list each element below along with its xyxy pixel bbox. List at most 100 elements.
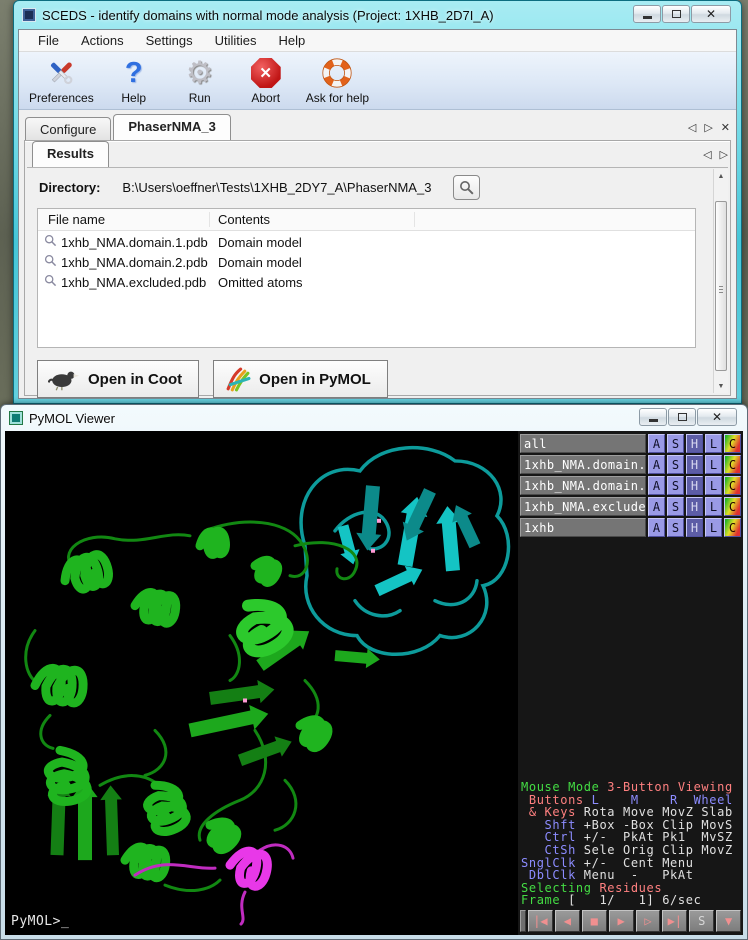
object-a-menu-button[interactable]: A: [648, 434, 665, 453]
object-l-menu-button[interactable]: L: [705, 476, 722, 495]
forward-button[interactable]: ▷: [636, 910, 661, 932]
pymol-viewport[interactable]: [5, 431, 518, 935]
object-l-menu-button[interactable]: L: [705, 497, 722, 516]
close-button[interactable]: ✕: [691, 5, 731, 23]
table-row[interactable]: 1xhb_NMA.domain.1.pdbDomain model: [38, 233, 695, 251]
subtab-scroll-right-icon[interactable]: ▷: [720, 148, 728, 161]
object-h-menu-button[interactable]: H: [686, 518, 703, 537]
object-name-button[interactable]: all: [520, 434, 646, 453]
menu-item-file[interactable]: File: [27, 31, 70, 50]
object-name-button[interactable]: 1xhb_NMA.domain.: [520, 455, 646, 474]
subtab-scroll-left-icon[interactable]: ◁: [703, 148, 711, 161]
menu-item-utilities[interactable]: Utilities: [204, 31, 268, 50]
object-name-button[interactable]: 1xhb_NMA.domain.: [520, 476, 646, 495]
tab-scroll-right-icon[interactable]: ▷: [704, 121, 712, 134]
object-s-menu-button[interactable]: S: [667, 434, 684, 453]
object-h-menu-button[interactable]: H: [686, 434, 703, 453]
object-name-button[interactable]: 1xhb: [520, 518, 646, 537]
open-in-pymol-label: Open in PyMOL: [259, 371, 371, 388]
scroll-down-arrow[interactable]: ▼: [714, 379, 728, 393]
object-row: 1xhb_NMA.domain.ASHLC: [520, 476, 741, 495]
object-c-menu-button[interactable]: C: [724, 455, 741, 474]
toolbar-button-help[interactable]: ?Help: [108, 56, 160, 105]
object-s-menu-button[interactable]: S: [667, 518, 684, 537]
maximize-button[interactable]: [662, 5, 690, 23]
rewind-button[interactable]: |◀: [528, 910, 553, 932]
object-row: 1xhb_NMA.excludeASHLC: [520, 497, 741, 516]
object-a-menu-button[interactable]: A: [648, 518, 665, 537]
menu-item-actions[interactable]: Actions: [70, 31, 135, 50]
object-c-menu-button[interactable]: C: [724, 518, 741, 537]
toolbar: Preferences ?Help ⚙Run ✕Abort Ask for help: [19, 52, 736, 110]
magnifier-icon[interactable]: [44, 274, 57, 290]
toolbar-label: Preferences: [29, 91, 94, 105]
scroll-up-arrow[interactable]: ▲: [714, 169, 728, 183]
file-name-text: 1xhb_NMA.excluded.pdb: [61, 275, 206, 290]
browse-directory-button[interactable]: [453, 175, 480, 200]
mouse-panel-text: Frame: [521, 893, 568, 907]
step-back-button[interactable]: ◀: [555, 910, 580, 932]
file-name-cell: 1xhb_NMA.domain.1.pdb: [38, 234, 210, 250]
object-l-menu-button[interactable]: L: [705, 434, 722, 453]
vertical-scrollbar[interactable]: ▲ ▼: [713, 169, 728, 393]
table-row[interactable]: 1xhb_NMA.domain.2.pdbDomain model: [38, 253, 695, 271]
pymol-command-prompt[interactable]: PyMOL>_: [11, 914, 69, 929]
open-in-pymol-button[interactable]: Open in PyMOL: [213, 360, 388, 398]
scene-button[interactable]: S: [689, 910, 714, 932]
lifebuoy-icon: [321, 56, 353, 90]
toolbar-label: Run: [189, 91, 211, 105]
object-c-menu-button[interactable]: C: [724, 434, 741, 453]
object-l-menu-button[interactable]: L: [705, 518, 722, 537]
scrollbar-thumb[interactable]: [715, 201, 727, 371]
tab-close-icon[interactable]: ✕: [721, 121, 730, 134]
column-header-contents[interactable]: Contents: [210, 212, 415, 227]
column-header-file-name[interactable]: File name: [38, 212, 210, 227]
mouse-panel-text: [ 1/ 1] 6/sec: [568, 893, 701, 907]
sceds-window-body: FileActionsSettingsUtilitiesHelp Prefere…: [18, 29, 737, 399]
sceds-app-icon: [22, 8, 36, 22]
minimize-button[interactable]: [633, 5, 661, 23]
object-h-menu-button[interactable]: H: [686, 476, 703, 495]
menu-item-settings[interactable]: Settings: [135, 31, 204, 50]
tab-scroll-left-icon[interactable]: ◁: [688, 121, 696, 134]
stop-button[interactable]: ■: [582, 910, 607, 932]
toolbar-label: Ask for help: [306, 91, 369, 105]
toolbar-button-abort[interactable]: ✕Abort: [240, 56, 292, 105]
object-l-menu-button[interactable]: L: [705, 455, 722, 474]
object-s-menu-button[interactable]: S: [667, 497, 684, 516]
file-table: File name Contents 1xhb_NMA.domain.1.pdb…: [37, 208, 696, 348]
object-s-menu-button[interactable]: S: [667, 455, 684, 474]
object-s-menu-button[interactable]: S: [667, 476, 684, 495]
tab-results[interactable]: Results: [32, 141, 109, 167]
cyan-domain-ribbon: [301, 448, 508, 655]
toolbar-button-run[interactable]: ⚙Run: [174, 56, 226, 105]
table-row[interactable]: 1xhb_NMA.excluded.pdbOmitted atoms: [38, 273, 695, 291]
run-gear-icon: ⚙: [186, 56, 214, 90]
sceds-titlebar[interactable]: SCEDS - identify domains with normal mod…: [14, 1, 741, 29]
object-a-menu-button[interactable]: A: [648, 455, 665, 474]
open-in-coot-button[interactable]: Open in Coot: [37, 360, 199, 398]
object-h-menu-button[interactable]: H: [686, 497, 703, 516]
magnifier-icon[interactable]: [44, 234, 57, 250]
object-h-menu-button[interactable]: H: [686, 455, 703, 474]
object-a-menu-button[interactable]: A: [648, 497, 665, 516]
pymol-maximize-button[interactable]: [668, 408, 696, 426]
toolbar-button-preferences[interactable]: Preferences: [29, 56, 94, 105]
object-a-menu-button[interactable]: A: [648, 476, 665, 495]
object-name-button[interactable]: 1xhb_NMA.exclude: [520, 497, 646, 516]
end-button[interactable]: ▶|: [662, 910, 687, 932]
menu-item-help[interactable]: Help: [267, 31, 316, 50]
tab-phasernma_3[interactable]: PhaserNMA_3: [113, 114, 230, 140]
toolbar-button-ask-for-help[interactable]: Ask for help: [306, 56, 369, 105]
object-c-menu-button[interactable]: C: [724, 476, 741, 495]
pymol-close-button[interactable]: ✕: [697, 408, 737, 426]
pymol-titlebar[interactable]: PyMOL Viewer ✕: [1, 405, 747, 431]
menu-dropdown-button[interactable]: ▼: [716, 910, 741, 932]
tab-configure[interactable]: Configure: [25, 117, 111, 140]
play-button[interactable]: ▶: [609, 910, 634, 932]
results-panel: Results◁▷ Directory: B:\Users\oeffner\Te…: [24, 140, 731, 396]
object-c-menu-button[interactable]: C: [724, 497, 741, 516]
magnifier-icon[interactable]: [44, 254, 57, 270]
transport-grip[interactable]: [520, 910, 526, 932]
pymol-minimize-button[interactable]: [639, 408, 667, 426]
